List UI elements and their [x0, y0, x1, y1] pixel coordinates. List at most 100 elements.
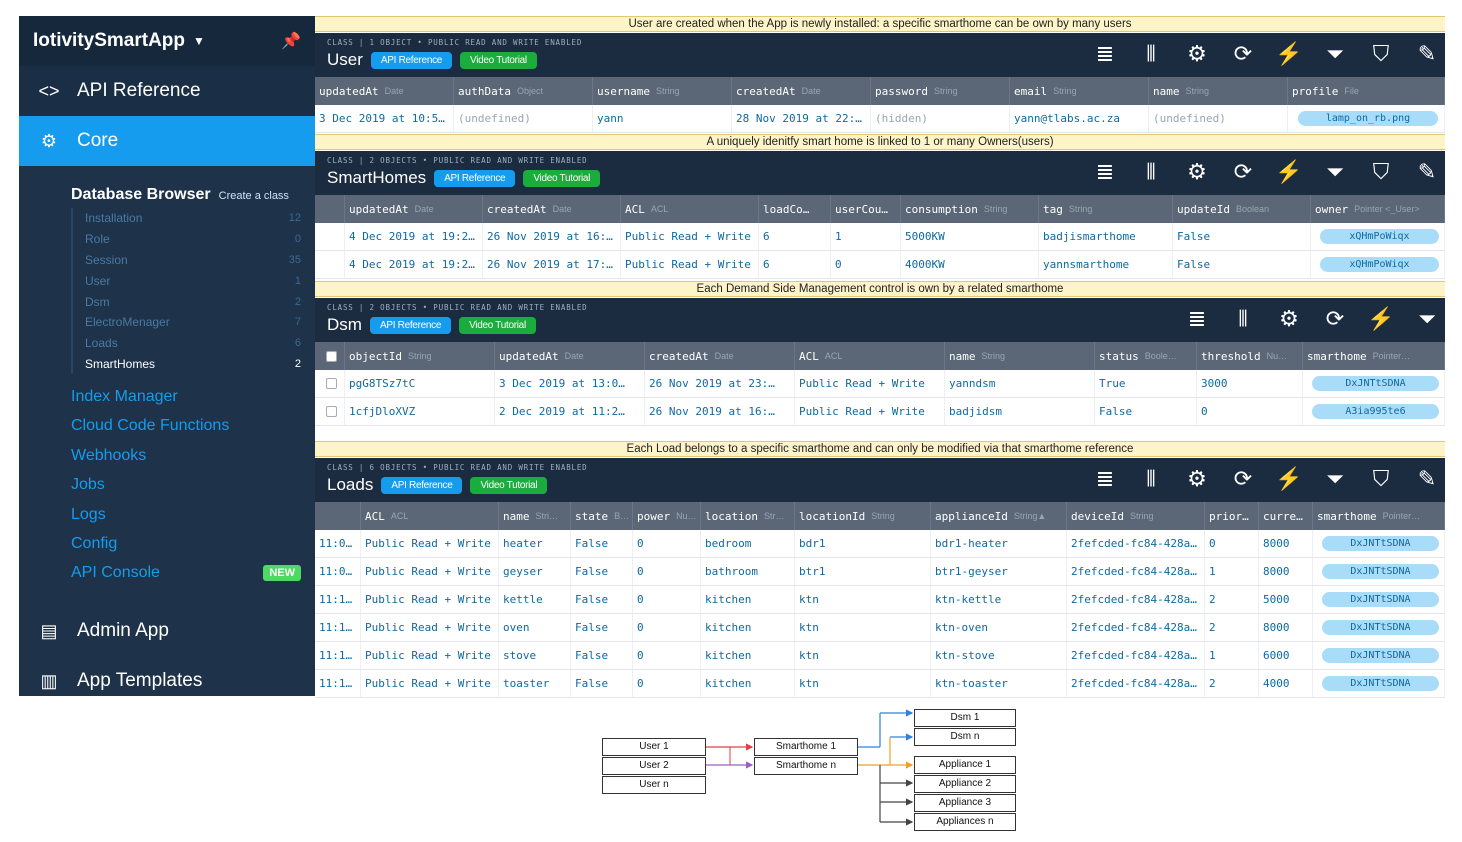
table-cell[interactable]: 2 — [1205, 670, 1259, 697]
table-cell[interactable]: badjidsm — [945, 398, 1095, 425]
table-cell[interactable]: False — [1173, 251, 1311, 278]
gear-icon[interactable]: ⚙ — [1275, 306, 1303, 332]
column-header-power[interactable]: power Nu… — [633, 502, 701, 530]
gear-icon[interactable]: ⚙ — [1183, 466, 1211, 492]
sidebar-section-admin-app[interactable]: ▤ Admin App — [19, 606, 315, 656]
column-header-updatedat[interactable]: updatedAt Date — [315, 77, 454, 105]
table-cell[interactable]: ktn-kettle — [931, 586, 1067, 613]
column-header-objectid[interactable]: objectId String — [345, 342, 495, 370]
table-cell[interactable]: 11:0… — [315, 558, 361, 585]
app-name[interactable]: IotivitySmartApp ▼ — [33, 30, 205, 52]
gear-icon[interactable]: ⚙ — [1183, 41, 1211, 67]
column-header-profile[interactable]: profile File — [1288, 77, 1445, 105]
table-cell[interactable]: 8000 — [1259, 614, 1313, 641]
api-reference-button[interactable]: API Reference — [381, 476, 463, 494]
column-header-name[interactable]: name String — [945, 342, 1095, 370]
column-header-createdat[interactable]: createdAt Date — [732, 77, 871, 105]
sidebar-link-cloud-code-functions[interactable]: Cloud Code Functions — [19, 412, 315, 441]
refresh-icon[interactable]: ⟳ — [1229, 159, 1257, 185]
table-cell[interactable]: 4 Dec 2019 at 19:2… — [345, 223, 483, 250]
table-cell[interactable]: 6 — [759, 251, 831, 278]
table-cell[interactable]: btr1-geyser — [931, 558, 1067, 585]
sidebar-class-loads[interactable]: Loads 6 — [85, 333, 301, 354]
add-row-icon[interactable]: ≣ — [1091, 41, 1119, 67]
add-column-icon[interactable]: ⫴ — [1137, 159, 1165, 185]
table-cell[interactable]: 3000 — [1197, 370, 1303, 397]
sidebar-class-user[interactable]: User 1 — [85, 270, 301, 291]
security-icon[interactable]: ⛉ — [1367, 41, 1395, 67]
column-header-blank[interactable] — [315, 502, 361, 530]
table-cell[interactable]: yanndsm — [945, 370, 1095, 397]
row-checkbox[interactable] — [315, 398, 345, 425]
sidebar-section-core[interactable]: ⚙ Core — [19, 116, 315, 166]
table-cell[interactable]: bathroom — [701, 558, 795, 585]
row-checkbox[interactable] — [315, 370, 345, 397]
table-cell[interactable]: 4000 — [1259, 670, 1313, 697]
pointer-pill[interactable]: DxJNTtSDNA — [1322, 536, 1439, 551]
table-cell[interactable]: 0 — [1197, 398, 1303, 425]
table-cell[interactable]: DxJNTtSDNA — [1313, 670, 1445, 697]
table-cell[interactable]: True — [1095, 370, 1197, 397]
table-cell[interactable]: Public Read + Write — [361, 558, 499, 585]
sidebar-class-smarthomes[interactable]: SmartHomes 2 — [85, 354, 301, 375]
sidebar-class-installation[interactable]: Installation 12 — [85, 208, 301, 229]
column-header-authdata[interactable]: authData Object — [454, 77, 593, 105]
filter-icon[interactable]: ⏷ — [1321, 159, 1349, 185]
column-header-prior[interactable]: prior… — [1205, 502, 1259, 530]
table-cell[interactable]: stove — [499, 642, 571, 669]
table-cell[interactable]: ktn — [795, 614, 931, 641]
select-all-checkbox[interactable] — [315, 342, 345, 370]
column-header-updatedat[interactable]: updatedAt Date — [345, 195, 483, 223]
table-cell[interactable]: A3ia995te6 — [1303, 398, 1445, 425]
table-cell[interactable]: 4 Dec 2019 at 19:2… — [345, 251, 483, 278]
flash-icon[interactable]: ⚡ — [1367, 306, 1395, 332]
table-cell[interactable]: 11:1… — [315, 642, 361, 669]
table-cell[interactable]: 2fefcded-fc84-428a… — [1067, 558, 1205, 585]
table-cell[interactable]: 0 — [633, 614, 701, 641]
pointer-pill[interactable]: DxJNTtSDNA — [1322, 676, 1439, 691]
table-cell[interactable]: ktn-toaster — [931, 670, 1067, 697]
table-cell[interactable]: Public Read + Write — [361, 530, 499, 557]
table-cell[interactable]: DxJNTtSDNA — [1313, 614, 1445, 641]
sidebar-link-webhooks[interactable]: Webhooks — [19, 441, 315, 470]
table-cell[interactable]: Public Read + Write — [361, 670, 499, 697]
table-cell[interactable]: 2fefcded-fc84-428a… — [1067, 586, 1205, 613]
table-cell[interactable]: kitchen — [701, 670, 795, 697]
table-cell[interactable]: Public Read + Write — [621, 251, 759, 278]
table-cell[interactable]: 5000 — [1259, 586, 1313, 613]
refresh-icon[interactable]: ⟳ — [1321, 306, 1349, 332]
pin-icon[interactable]: 📌 — [281, 31, 301, 51]
sidebar-link-logs[interactable]: Logs — [19, 500, 315, 529]
column-header-locationid[interactable]: locationId String — [795, 502, 931, 530]
filter-icon[interactable]: ⏷ — [1413, 306, 1441, 332]
table-cell[interactable]: DxJNTtSDNA — [1313, 642, 1445, 669]
table-cell[interactable]: 0 — [633, 530, 701, 557]
pointer-pill[interactable]: xQHmPoWiqx — [1320, 257, 1439, 272]
table-cell[interactable]: (undefined) — [1149, 105, 1288, 132]
table-cell[interactable]: ktn — [795, 586, 931, 613]
table-cell[interactable]: 4000KW — [901, 251, 1039, 278]
column-header-acl[interactable]: ACL ACL — [795, 342, 945, 370]
table-cell[interactable]: 2 Dec 2019 at 11:2… — [495, 398, 645, 425]
table-cell[interactable]: 2 — [1205, 586, 1259, 613]
create-class-link[interactable]: Create a class — [219, 190, 289, 202]
table-cell[interactable]: btr1 — [795, 558, 931, 585]
sidebar-link-config[interactable]: Config — [19, 529, 315, 558]
table-cell[interactable]: 1 — [1205, 558, 1259, 585]
add-row-icon[interactable]: ≣ — [1091, 466, 1119, 492]
column-header-updatedat[interactable]: updatedAt Date — [495, 342, 645, 370]
table-cell[interactable]: (undefined) — [454, 105, 593, 132]
table-cell[interactable]: 3 Dec 2019 at 13:0… — [495, 370, 645, 397]
add-row-icon[interactable]: ≣ — [1091, 159, 1119, 185]
table-cell[interactable]: badjismarthome — [1039, 223, 1173, 250]
table-cell[interactable]: False — [1173, 223, 1311, 250]
table-cell[interactable]: 2 — [1205, 614, 1259, 641]
table-cell[interactable]: 8000 — [1259, 558, 1313, 585]
table-cell[interactable]: 8000 — [1259, 530, 1313, 557]
add-column-icon[interactable]: ⫴ — [1229, 306, 1257, 332]
table-cell[interactable]: 11:1… — [315, 614, 361, 641]
table-cell[interactable]: ktn-oven — [931, 614, 1067, 641]
pointer-pill[interactable]: xQHmPoWiqx — [1320, 229, 1439, 244]
table-cell[interactable]: lamp_on_rb.png — [1288, 105, 1445, 132]
table-cell[interactable]: Public Read + Write — [361, 642, 499, 669]
